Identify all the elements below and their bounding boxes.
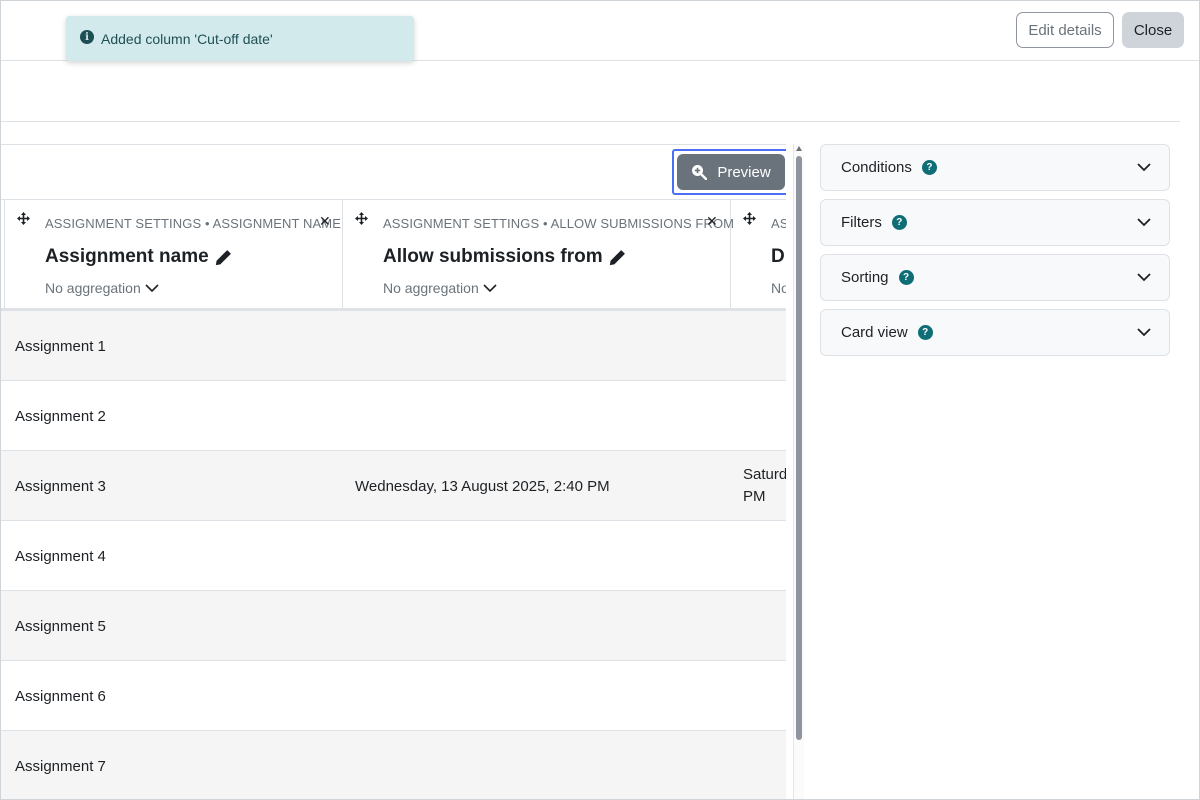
toast-message: Added column 'Cut-off date' <box>101 30 273 47</box>
cell-assignment-name: Assignment 7 <box>15 757 106 775</box>
pencil-icon[interactable] <box>609 249 626 266</box>
column-title-text: Allow submissions from <box>383 246 603 267</box>
column-title[interactable]: Allow submissions from <box>383 246 626 268</box>
edit-details-button[interactable]: Edit details <box>1016 12 1114 48</box>
help-icon[interactable]: ? <box>898 270 914 285</box>
help-icon[interactable]: ? <box>917 325 933 340</box>
card-label-text: Conditions <box>841 159 912 176</box>
column-header-assignment-name: ASSIGNMENT SETTINGS • ASSIGNMENT NAME ✕ … <box>4 200 343 309</box>
chevron-down-icon[interactable] <box>1137 217 1151 227</box>
chevron-down-icon[interactable] <box>1137 327 1151 337</box>
column-source: AS <box>771 216 786 231</box>
scroll-up-arrow[interactable] <box>796 146 802 151</box>
move-icon[interactable] <box>17 212 30 225</box>
cell-assignment-name: Assignment 4 <box>15 547 106 565</box>
report-editor: Preview ASSIGNMENT SETTINGS • ASSIGNMENT… <box>0 144 786 800</box>
card-label: Sorting ? <box>841 269 914 286</box>
help-icon[interactable]: ? <box>921 160 937 175</box>
info-icon: i <box>80 30 94 44</box>
preview-label: Preview <box>717 163 771 181</box>
cell-allow-submissions-from: Wednesday, 13 August 2025, 2:40 PM <box>355 477 610 495</box>
aggregation-label: No aggregation <box>45 280 141 296</box>
vertical-scrollbar[interactable] <box>793 144 804 800</box>
cell-assignment-name: Assignment 1 <box>15 337 106 355</box>
card-card-view[interactable]: Card view ? <box>820 309 1170 356</box>
card-label: Filters ? <box>841 214 907 231</box>
column-source: ASSIGNMENT SETTINGS • ALLOW SUBMISSIONS … <box>383 216 735 231</box>
column-headers: ASSIGNMENT SETTINGS • ASSIGNMENT NAME ✕ … <box>0 199 786 311</box>
card-filters[interactable]: Filters ? <box>820 199 1170 246</box>
table-row: Assignment 1 <box>0 311 786 381</box>
card-label: Card view ? <box>841 324 933 341</box>
report-rows: Assignment 1 Assignment 2 Assignment 3 W… <box>0 311 786 800</box>
table-row: Assignment 7 <box>0 731 786 800</box>
cell-due-date-line2: PM <box>743 488 766 505</box>
card-label: Conditions ? <box>841 159 937 176</box>
remove-column-icon[interactable]: ✕ <box>706 213 718 230</box>
column-title[interactable]: Assignment name <box>45 246 232 268</box>
column-header-partial: AS D No <box>731 200 786 309</box>
close-button[interactable]: Close <box>1122 12 1184 48</box>
notification-toast: i Added column 'Cut-off date' <box>66 16 414 61</box>
chevron-down-icon <box>483 284 497 293</box>
scroll-thumb[interactable] <box>796 156 802 740</box>
cell-assignment-name: Assignment 6 <box>15 687 106 705</box>
aggregation-select[interactable]: No <box>771 280 786 296</box>
table-row: Assignment 5 <box>0 591 786 661</box>
remove-column-icon[interactable]: ✕ <box>319 213 331 230</box>
card-sorting[interactable]: Sorting ? <box>820 254 1170 301</box>
chevron-down-icon[interactable] <box>1137 272 1151 282</box>
aggregation-label: No <box>771 280 786 296</box>
card-label-text: Filters <box>841 214 882 231</box>
cell-assignment-name: Assignment 2 <box>15 407 106 425</box>
settings-sidebar: Conditions ? Filters ? Sorting ? Card vi… <box>820 144 1170 364</box>
column-source: ASSIGNMENT SETTINGS • ASSIGNMENT NAME <box>45 216 341 231</box>
table-row: Assignment 6 <box>0 661 786 731</box>
chevron-down-icon[interactable] <box>1137 162 1151 172</box>
column-title[interactable]: D <box>771 246 785 268</box>
cell-assignment-name: Assignment 5 <box>15 617 106 635</box>
preview-button[interactable]: Preview <box>677 154 785 190</box>
pencil-icon[interactable] <box>215 249 232 266</box>
report-toolbar: Preview <box>0 145 786 199</box>
column-title-text: Assignment name <box>45 246 209 267</box>
chevron-down-icon <box>145 284 159 293</box>
table-row: Assignment 4 <box>0 521 786 591</box>
move-icon[interactable] <box>355 212 368 225</box>
card-conditions[interactable]: Conditions ? <box>820 144 1170 191</box>
cell-due-date: Saturd PM <box>743 451 786 521</box>
card-label-text: Card view <box>841 324 908 341</box>
help-icon[interactable]: ? <box>891 215 907 230</box>
table-row: Assignment 2 <box>0 381 786 451</box>
aggregation-label: No aggregation <box>383 280 479 296</box>
cell-assignment-name: Assignment 3 <box>15 477 106 495</box>
section-divider <box>0 121 1180 122</box>
table-row: Assignment 3 Wednesday, 13 August 2025, … <box>0 451 786 521</box>
cell-due-date-line1: Saturd <box>743 466 786 483</box>
aggregation-select[interactable]: No aggregation <box>45 280 159 296</box>
column-header-allow-submissions-from: ASSIGNMENT SETTINGS • ALLOW SUBMISSIONS … <box>343 200 735 309</box>
zoom-in-icon <box>692 165 708 180</box>
aggregation-select[interactable]: No aggregation <box>383 280 497 296</box>
column-title-text: D <box>771 246 785 267</box>
move-icon[interactable] <box>743 212 756 225</box>
card-label-text: Sorting <box>841 269 889 286</box>
